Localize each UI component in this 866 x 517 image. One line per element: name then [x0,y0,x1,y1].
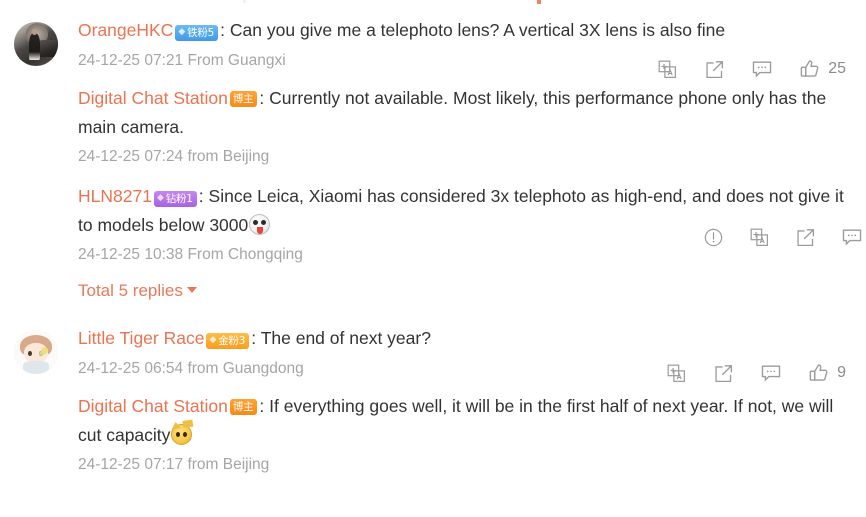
fan-badge[interactable]: ◆ 金粉3 [206,332,250,349]
separator: : [198,186,204,206]
comment-line: OrangeHKC ◆ 铁粉5: Can you give me a telepho… [78,16,852,45]
comment-text: Can you give me a telephoto lens? A vert… [229,20,726,40]
author-badge[interactable]: 博主 [229,399,258,415]
reply-meta: 24-12-25 07:24 from Beijing [78,148,270,165]
comment-button[interactable] [841,226,863,248]
share-button[interactable] [795,227,816,248]
author-badge[interactable]: 博主 [229,91,258,107]
total-replies-label: Total 5 replies [78,281,183,300]
username-link[interactable]: Little Tiger Race [78,328,204,348]
comment-text: The end of next year? [260,328,431,348]
total-replies-row: Total 5 replies [78,268,852,306]
comment-icon [760,362,782,384]
dizzy-face-emoji [249,214,271,235]
gem-icon: ◆ [156,193,164,203]
chevron-down-icon [186,287,197,293]
comment-line: Little Tiger Race ◆ 金粉3: The end of next y… [78,324,852,353]
reply-meta: 24-12-25 07:17 from Beijing [78,456,270,473]
share-icon [795,227,816,248]
action-bar [703,226,866,248]
avatar[interactable] [14,330,58,374]
reply-line: Digital Chat Station 博主: Currently not av… [78,84,852,142]
reply-list: Digital Chat Station 博主: Currently not av… [14,74,862,306]
fan-badge[interactable]: ◆ 钻粉1 [153,190,197,207]
like-button[interactable]: 9 [808,362,846,384]
translate-icon [666,363,687,384]
comment-thread: OrangeHKC ◆ 铁粉5: Can you give me a telepho… [14,0,852,78]
translate-button[interactable] [666,363,687,384]
comment-icon [841,226,863,248]
badge-label: 博主 [232,401,254,413]
separator: : [220,20,226,40]
like-icon [808,362,830,384]
badge-label: 金粉3 [218,334,246,347]
username-link[interactable]: HLN8271 [78,186,152,206]
comment-thread: Little Tiger Race ◆ 金粉3: The end of next y… [14,306,852,382]
username-link[interactable]: Digital Chat Station [78,88,228,108]
avatar-anime-icon [14,330,58,374]
badge-label: 铁粉5 [187,26,215,39]
cat-surprised-emoji [171,424,193,445]
gem-icon: ◆ [178,27,186,37]
username-link[interactable]: Digital Chat Station [78,396,228,416]
username-link[interactable]: OrangeHKC [78,20,173,40]
badge-label: 博主 [232,93,254,105]
report-icon [703,227,724,248]
gem-icon: ◆ [209,335,217,345]
share-icon [713,363,734,384]
reply-item: Digital Chat Station 博主: If everything go… [78,382,852,478]
action-bar: 9 [666,362,846,384]
reply-line: Digital Chat Station 博主: If everything go… [78,392,852,450]
separator: : [259,396,265,416]
translate-icon [749,227,770,248]
separator: : [259,88,265,108]
reply-list: Digital Chat Station 博主: If everything go… [14,382,852,478]
avatar[interactable] [14,22,58,66]
share-button[interactable] [713,363,734,384]
translate-button[interactable] [749,227,770,248]
reply-item: HLN8271 ◆ 钻粉1: Since Leica, Xiaomi has con… [78,170,862,268]
badge-label: 钻粉1 [165,192,193,205]
total-replies-button[interactable]: Total 5 replies [78,268,197,306]
comment-button[interactable] [760,362,782,384]
fan-badge[interactable]: ◆ 铁粉5 [175,24,219,41]
separator: : [251,328,257,348]
like-count: 9 [837,364,846,381]
comment-feed: OrangeHKC ◆ 铁粉5: Can you give me a telepho… [0,0,866,478]
report-button[interactable] [703,227,724,248]
reply-item: Digital Chat Station 博主: Currently not av… [78,74,852,170]
avatar-photo-icon [14,22,58,66]
